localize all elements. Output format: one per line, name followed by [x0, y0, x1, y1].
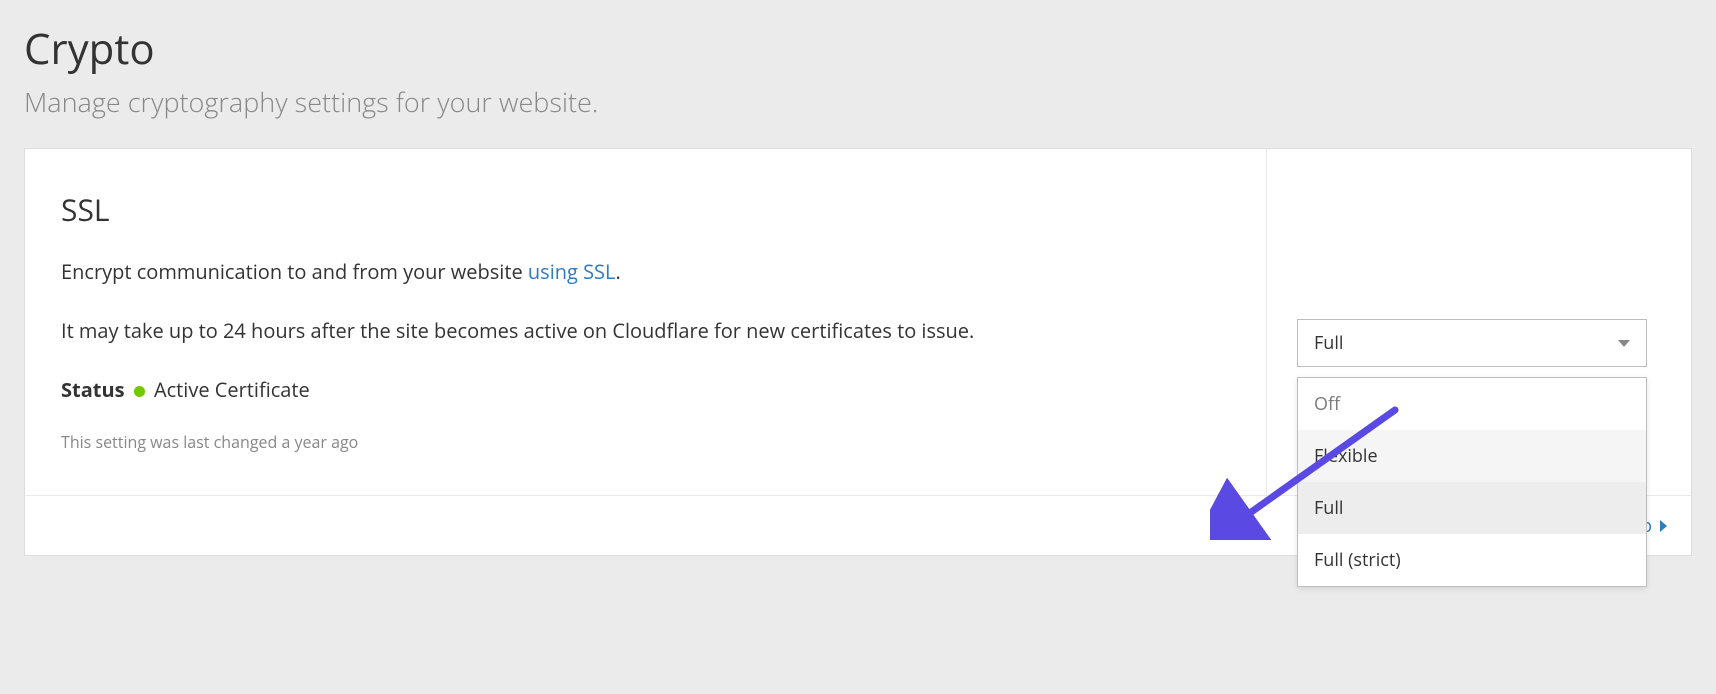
ssl-mode-dropdown: Off Flexible Full Full (strict) [1297, 377, 1647, 587]
chevron-down-icon [1618, 340, 1630, 347]
ssl-mode-selected: Full [1314, 331, 1343, 355]
ssl-option-off[interactable]: Off [1298, 378, 1646, 430]
ssl-last-changed: This setting was last changed a year ago [61, 431, 1230, 453]
status-indicator-icon [134, 386, 145, 397]
ssl-status-row: Status Active Certificate [61, 376, 1230, 403]
ssl-desc-prefix: Encrypt communication to and from your w… [61, 258, 528, 285]
ssl-card: SSL Encrypt communication to and from yo… [24, 148, 1692, 556]
page-subtitle: Manage cryptography settings for your we… [24, 83, 1692, 120]
ssl-desc-suffix: . [615, 258, 620, 285]
ssl-mode-select[interactable]: Full [1297, 319, 1647, 367]
ssl-status-text: Active Certificate [154, 376, 310, 403]
using-ssl-link[interactable]: using SSL [528, 258, 616, 285]
ssl-status-label: Status [61, 376, 125, 403]
ssl-card-side: Full Off Flexible Full Full (strict) [1267, 149, 1691, 555]
chevron-right-icon [1660, 520, 1667, 532]
ssl-note: It may take up to 24 hours after the sit… [61, 314, 1061, 348]
ssl-option-full[interactable]: Full [1298, 482, 1646, 534]
ssl-option-full-strict[interactable]: Full (strict) [1298, 534, 1646, 586]
page-title: Crypto [24, 20, 1692, 77]
ssl-heading: SSL [61, 189, 1230, 230]
ssl-description: Encrypt communication to and from your w… [61, 258, 1230, 286]
ssl-option-flexible[interactable]: Flexible [1298, 430, 1646, 482]
